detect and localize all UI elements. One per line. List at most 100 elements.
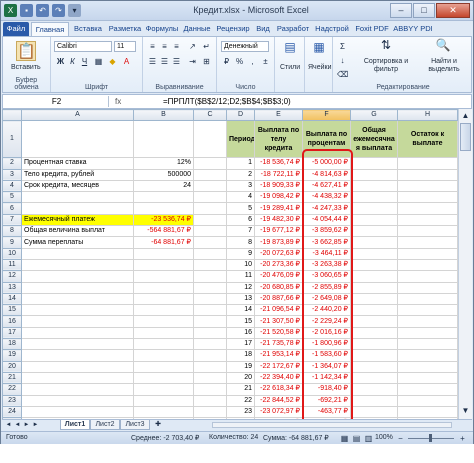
vertical-scrollbar[interactable]: ▲ ▼ bbox=[458, 109, 472, 419]
row-header[interactable]: 7 bbox=[2, 213, 22, 227]
next-sheet-icon[interactable]: ► bbox=[22, 420, 31, 430]
total-payment-cell[interactable] bbox=[350, 338, 398, 351]
balance-cell[interactable] bbox=[397, 405, 458, 419]
column-title-d[interactable]: Период bbox=[226, 120, 255, 159]
principal-cell[interactable]: -18 722,11 ₽ bbox=[254, 168, 303, 181]
principal-cell[interactable]: -22 618,34 ₽ bbox=[254, 383, 303, 396]
fill-icon[interactable]: ↓ bbox=[337, 55, 348, 66]
total-payment-cell[interactable] bbox=[350, 179, 398, 193]
period-cell[interactable]: 6 bbox=[226, 213, 255, 227]
period-cell[interactable]: 23 bbox=[226, 405, 255, 419]
column-header-h[interactable]: H bbox=[397, 109, 458, 122]
align-middle-icon[interactable]: ≡ bbox=[159, 41, 170, 52]
borders-icon[interactable]: ▦ bbox=[93, 56, 104, 67]
balance-cell[interactable] bbox=[397, 394, 458, 407]
balance-cell[interactable] bbox=[397, 191, 458, 204]
cell[interactable] bbox=[21, 292, 134, 306]
font-size-field[interactable]: 11 bbox=[114, 41, 136, 52]
period-cell[interactable]: 4 bbox=[226, 191, 255, 204]
minimize-button[interactable]: – bbox=[390, 3, 412, 18]
font-name-field[interactable]: Calibri bbox=[54, 41, 112, 52]
tab-abbyy-pdf[interactable]: ABBYY PDI bbox=[392, 22, 434, 36]
cell[interactable] bbox=[193, 258, 227, 272]
column-header-f[interactable]: F bbox=[302, 109, 351, 122]
total-payment-cell[interactable] bbox=[350, 292, 398, 306]
sort-filter-icon[interactable]: ⇅ bbox=[378, 39, 394, 56]
row-header[interactable]: 12 bbox=[2, 270, 22, 283]
row-header[interactable]: 22 bbox=[2, 383, 22, 396]
cells-icon[interactable]: ▦ bbox=[312, 41, 326, 56]
cell[interactable] bbox=[133, 326, 194, 340]
page-layout-view-icon[interactable]: ▤ bbox=[351, 433, 362, 444]
zoom-level[interactable]: 100% bbox=[375, 434, 393, 441]
cell[interactable] bbox=[133, 405, 194, 419]
cell[interactable] bbox=[193, 157, 227, 170]
period-cell[interactable]: 3 bbox=[226, 179, 255, 193]
balance-cell[interactable] bbox=[397, 225, 458, 238]
sheet-tab-3[interactable]: Лист3 bbox=[120, 420, 150, 430]
first-sheet-icon[interactable]: ◄ bbox=[4, 420, 13, 430]
total-payment-cell[interactable] bbox=[350, 157, 398, 170]
period-cell[interactable]: 8 bbox=[226, 236, 255, 249]
column-header-c[interactable]: C bbox=[193, 109, 227, 122]
period-cell[interactable]: 9 bbox=[226, 247, 255, 260]
row-header[interactable]: 5 bbox=[2, 191, 22, 204]
normal-view-icon[interactable]: ▦ bbox=[339, 433, 350, 444]
maximize-button[interactable]: □ bbox=[413, 3, 435, 18]
cell[interactable] bbox=[133, 120, 194, 159]
cell[interactable] bbox=[133, 349, 194, 362]
total-payment-cell[interactable] bbox=[350, 236, 398, 249]
excel-app-icon[interactable]: X bbox=[4, 4, 17, 17]
horizontal-scrollbar[interactable] bbox=[212, 422, 452, 428]
zoom-slider-thumb[interactable] bbox=[429, 434, 432, 442]
cell[interactable] bbox=[193, 349, 227, 362]
principal-cell[interactable]: -23 072,97 ₽ bbox=[254, 405, 303, 419]
cell[interactable] bbox=[193, 304, 227, 317]
column-header-d[interactable]: D bbox=[226, 109, 255, 122]
period-cell[interactable]: 10 bbox=[226, 258, 255, 272]
cell[interactable] bbox=[133, 383, 194, 396]
bold-icon[interactable]: Ж bbox=[55, 56, 66, 67]
cell[interactable] bbox=[193, 120, 227, 159]
indent-icon[interactable]: ⇥ bbox=[187, 56, 198, 67]
cell[interactable] bbox=[21, 405, 134, 419]
row-header[interactable]: 18 bbox=[2, 338, 22, 351]
cell[interactable] bbox=[193, 202, 227, 215]
scroll-up-icon[interactable]: ▲ bbox=[460, 110, 471, 121]
tab-page-layout[interactable]: Разметка bbox=[106, 22, 144, 36]
cell[interactable] bbox=[21, 191, 134, 204]
balance-cell[interactable] bbox=[397, 281, 458, 294]
column-title-e[interactable]: Выплата по телу кредита bbox=[254, 120, 303, 159]
period-cell[interactable]: 11 bbox=[226, 270, 255, 283]
formula-input[interactable]: =ПРПЛТ($B$2/12;D2;$B$4;$B$3;0) bbox=[163, 96, 291, 107]
cell[interactable] bbox=[21, 371, 134, 385]
decimal-icon[interactable]: ± bbox=[260, 56, 271, 67]
cell[interactable] bbox=[133, 360, 194, 373]
period-cell[interactable]: 7 bbox=[226, 225, 255, 238]
period-cell[interactable]: 17 bbox=[226, 338, 255, 351]
row-header[interactable]: 2 bbox=[2, 157, 22, 170]
fill-color-icon[interactable]: ◆ bbox=[107, 56, 118, 67]
cell[interactable] bbox=[193, 315, 227, 328]
cell[interactable] bbox=[21, 349, 134, 362]
cell[interactable] bbox=[21, 326, 134, 340]
column-header-g[interactable]: G bbox=[350, 109, 398, 122]
principal-cell[interactable]: -22 844,52 ₽ bbox=[254, 394, 303, 407]
principal-cell[interactable]: -18 909,33 ₽ bbox=[254, 179, 303, 193]
cell[interactable] bbox=[193, 338, 227, 351]
total-payment-cell[interactable] bbox=[350, 168, 398, 181]
balance-cell[interactable] bbox=[397, 315, 458, 328]
balance-cell[interactable] bbox=[397, 213, 458, 227]
redo-icon[interactable]: ↷ bbox=[52, 4, 65, 17]
styles-button[interactable]: Стили bbox=[280, 64, 300, 71]
principal-cell[interactable]: -19 873,89 ₽ bbox=[254, 236, 303, 249]
worksheet[interactable]: ABCDEFGH 1 Период Выплата по телу кредита В… bbox=[2, 109, 472, 419]
number-format-field[interactable]: Денежный bbox=[221, 41, 269, 52]
row-header[interactable]: 11 bbox=[2, 258, 22, 272]
principal-cell[interactable]: -22 172,67 ₽ bbox=[254, 360, 303, 373]
period-cell[interactable]: 14 bbox=[226, 304, 255, 317]
cell[interactable] bbox=[21, 120, 134, 159]
parameter-label[interactable]: Ежемесячный платеж bbox=[21, 213, 134, 227]
row-header[interactable]: 8 bbox=[2, 225, 22, 238]
cell[interactable] bbox=[133, 270, 194, 283]
